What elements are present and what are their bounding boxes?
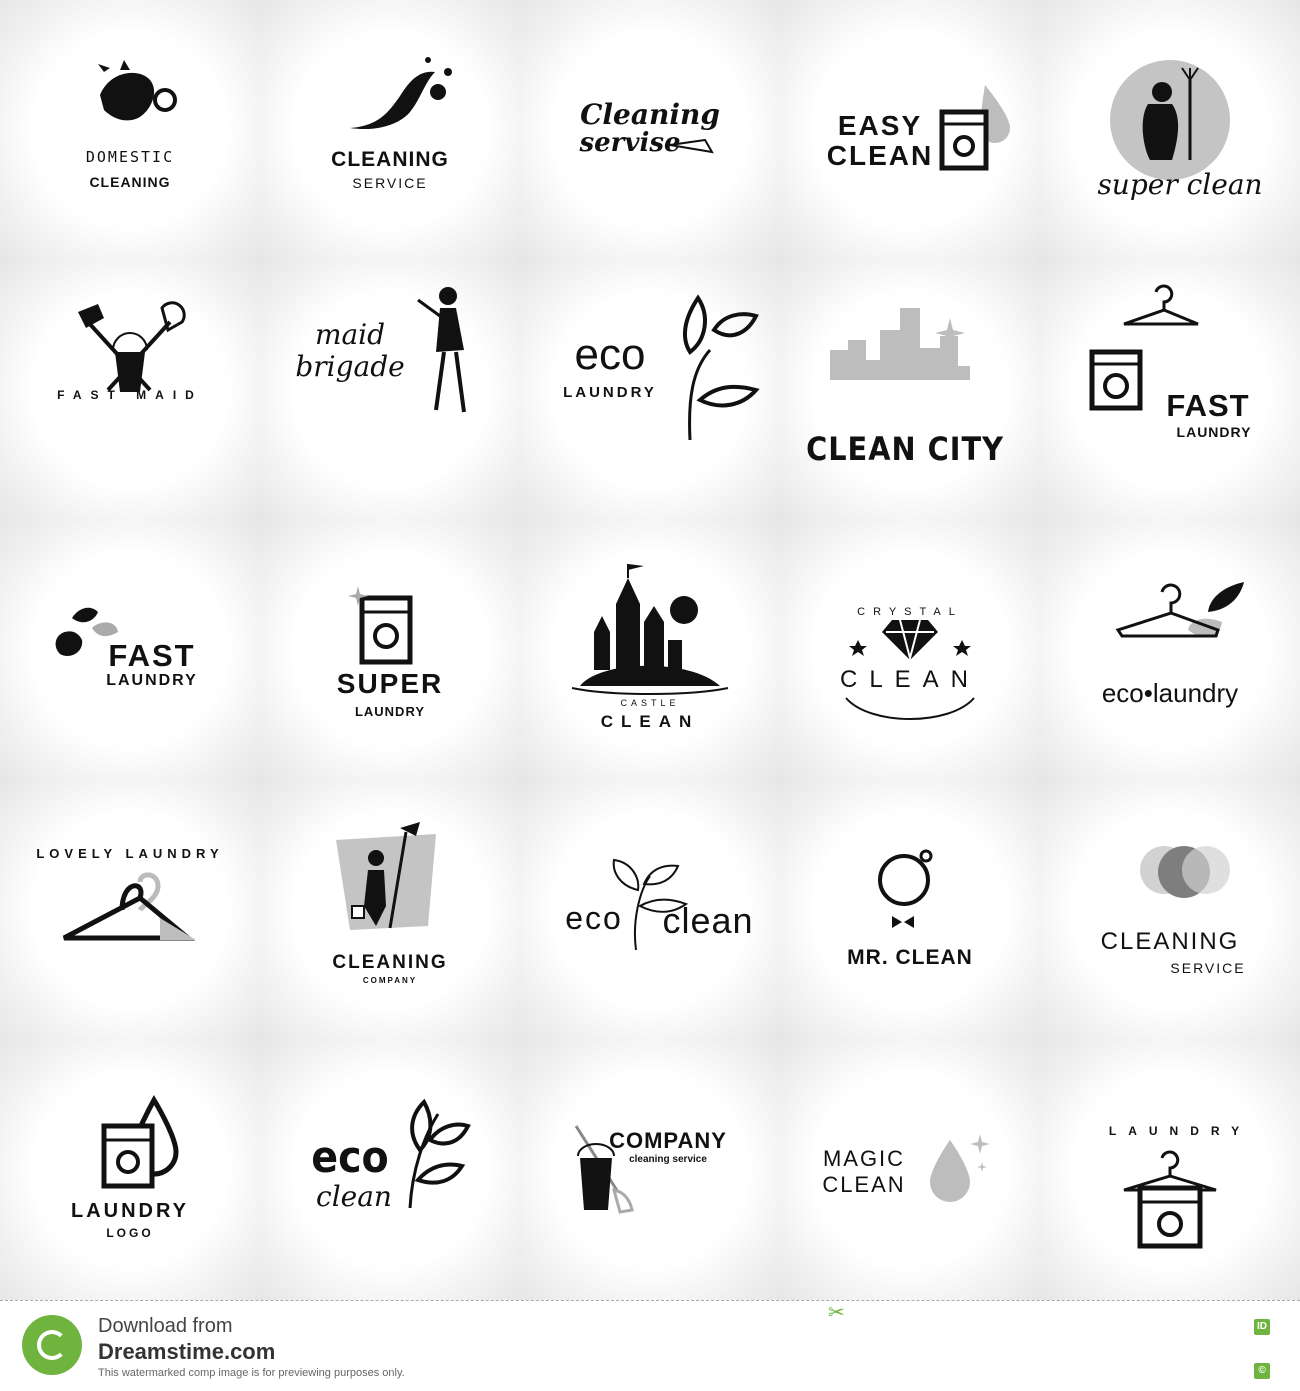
logo-text: super clean: [1097, 168, 1263, 201]
washer-hanger-icon: [1123, 1150, 1217, 1249]
logo-text: SUPER: [336, 668, 444, 699]
logo-sheet: DOMESTIC CLEANING CLEANING SERVICE Clean…: [0, 0, 1300, 1300]
logo-magic-clean: MAGIC CLEAN: [780, 1040, 1040, 1300]
logo-text: CLEANING: [331, 148, 449, 171]
id-badge: ID: [1254, 1319, 1270, 1335]
leaf-icon: [682, 294, 760, 441]
logo-text: FAST: [108, 638, 196, 673]
site-link[interactable]: Dreamstime.com: [98, 1339, 275, 1365]
logo-eco-clean-script: eco clean: [260, 1040, 520, 1300]
city-skyline-icon: [830, 308, 970, 380]
logo-super-laundry: SUPER LAUNDRY: [260, 520, 520, 780]
cat-icon: [98, 60, 177, 121]
logo-fast-laundry-hanger: FAST LAUNDRY: [1040, 260, 1300, 520]
watermark-footer: Download from Dreamstime.com This waterm…: [0, 1300, 1300, 1391]
bald-head-bowtie-icon: [878, 849, 933, 928]
watermark-notice: This watermarked comp image is for previ…: [98, 1367, 405, 1379]
logo-text: SERVICE: [1170, 960, 1246, 976]
logo-super-clean: super clean: [1040, 0, 1300, 260]
logo-text: DOMESTIC: [85, 148, 175, 166]
logo-text: CLEANING: [1100, 928, 1240, 955]
diamond-icon: [845, 619, 975, 720]
logo-text: LOGO: [106, 1226, 154, 1240]
heart-hanger-icon: [62, 872, 196, 941]
logo-text: CLEANING: [89, 174, 171, 190]
logo-text: COMPANY: [362, 976, 418, 985]
download-from-text: Download from: [98, 1315, 233, 1337]
broom-icon: [669, 138, 714, 154]
logo-cleaning-servise-script: Cleaning servise: [520, 0, 780, 260]
logo-text: FAST: [1166, 388, 1250, 423]
logo-text: LAUNDRY: [70, 1200, 190, 1222]
logo-crystal-clean: CRYSTAL CLEAN: [780, 520, 1040, 780]
overlapping-circles-icon: [1140, 846, 1230, 898]
logo-cleaning-service-splash: CLEANING SERVICE: [260, 0, 520, 260]
splash-icon: [350, 57, 452, 130]
hanger-leaf-icon: [1115, 582, 1244, 638]
leaf-icon: [408, 1098, 471, 1209]
logo-cleaning-service-circles: CLEANING SERVICE: [1040, 780, 1300, 1040]
logo-fast-laundry-drops: FAST LAUNDRY: [0, 520, 260, 780]
logo-text: LAUNDRY: [106, 672, 198, 689]
castle-icon: [571, 564, 729, 695]
cleaner-person-icon: [1110, 60, 1230, 180]
washing-machine-icon: [348, 586, 413, 665]
logo-fast-maid: FAST MAID: [0, 260, 260, 520]
logo-domestic-cleaning: DOMESTIC CLEANING: [0, 0, 260, 260]
logo-eco-laundry-hanger: eco•laundry: [1040, 520, 1300, 780]
logo-mr-clean: MR. CLEAN: [780, 780, 1040, 1040]
logo-easy-clean: EASY CLEAN: [780, 0, 1040, 260]
logo-text: FAST MAID: [57, 388, 203, 402]
logo-text: LAUNDRY: [354, 704, 426, 719]
logo-text: SERVICE: [352, 175, 428, 191]
logo-clean-city: CLEAN CITY: [780, 260, 1040, 520]
scissors-icon: ✂: [828, 1302, 845, 1324]
logo-text: eco•laundry: [1101, 678, 1239, 708]
copyright-badge: ©: [1254, 1363, 1270, 1379]
logo-text: LAUNDRY: [1176, 424, 1252, 440]
logo-castle-clean: CASTLE CLEAN: [520, 520, 780, 780]
logo-text: CLEAN: [839, 666, 981, 693]
logo-text: CLEAN CITY: [806, 430, 1004, 468]
logo-eco-clean-leaf: eco clean: [520, 780, 780, 1040]
logo-text: CLEANING: [332, 952, 448, 973]
drop-sparkle-icon: [930, 1134, 990, 1202]
dreamstime-logo-icon: [22, 1315, 82, 1375]
logo-laundry-arc: LAUNDRY: [1040, 1040, 1300, 1300]
logo-text: CLEAN: [600, 712, 700, 731]
washing-machine-icon: [939, 85, 1010, 171]
logo-text: MR. CLEAN: [847, 946, 973, 969]
logo-eco-laundry-leaf: eco LAUNDRY: [520, 260, 780, 520]
logo-lovely-laundry: LOVELY LAUNDRY: [0, 780, 260, 1040]
logo-text: CASTLE: [620, 698, 680, 708]
